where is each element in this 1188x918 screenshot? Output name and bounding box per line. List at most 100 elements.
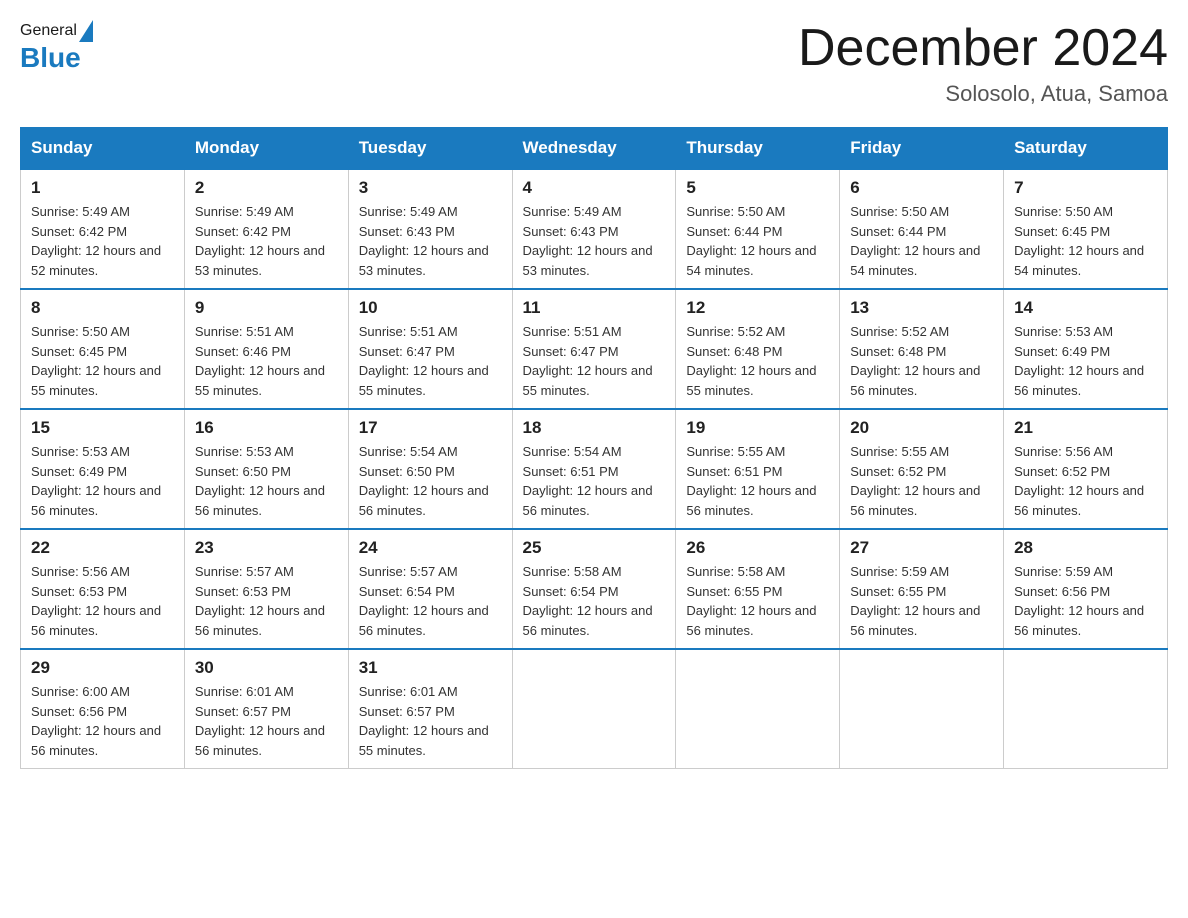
calendar-cell: 22 Sunrise: 5:56 AM Sunset: 6:53 PM Dayl… [21,529,185,649]
sunset-label: Sunset: 6:52 PM [1014,464,1110,479]
sunrise-label: Sunrise: 5:54 AM [523,444,622,459]
day-info: Sunrise: 5:55 AM Sunset: 6:51 PM Dayligh… [686,442,829,520]
calendar-cell: 28 Sunrise: 5:59 AM Sunset: 6:56 PM Dayl… [1004,529,1168,649]
sunset-label: Sunset: 6:52 PM [850,464,946,479]
day-number: 8 [31,298,174,318]
sunrise-label: Sunrise: 5:58 AM [523,564,622,579]
day-info: Sunrise: 5:52 AM Sunset: 6:48 PM Dayligh… [686,322,829,400]
calendar-header-saturday: Saturday [1004,128,1168,170]
day-number: 4 [523,178,666,198]
day-info: Sunrise: 5:58 AM Sunset: 6:54 PM Dayligh… [523,562,666,640]
day-info: Sunrise: 5:57 AM Sunset: 6:54 PM Dayligh… [359,562,502,640]
day-info: Sunrise: 5:49 AM Sunset: 6:42 PM Dayligh… [195,202,338,280]
daylight-label: Daylight: 12 hours and 56 minutes. [1014,363,1144,398]
calendar-cell: 23 Sunrise: 5:57 AM Sunset: 6:53 PM Dayl… [184,529,348,649]
day-info: Sunrise: 5:56 AM Sunset: 6:53 PM Dayligh… [31,562,174,640]
daylight-label: Daylight: 12 hours and 55 minutes. [523,363,653,398]
day-number: 24 [359,538,502,558]
calendar-header-thursday: Thursday [676,128,840,170]
daylight-label: Daylight: 12 hours and 56 minutes. [850,603,980,638]
calendar-cell: 8 Sunrise: 5:50 AM Sunset: 6:45 PM Dayli… [21,289,185,409]
calendar-cell: 19 Sunrise: 5:55 AM Sunset: 6:51 PM Dayl… [676,409,840,529]
day-number: 3 [359,178,502,198]
calendar-cell: 11 Sunrise: 5:51 AM Sunset: 6:47 PM Dayl… [512,289,676,409]
daylight-label: Daylight: 12 hours and 56 minutes. [686,483,816,518]
sunrise-label: Sunrise: 5:49 AM [359,204,458,219]
daylight-label: Daylight: 12 hours and 56 minutes. [195,603,325,638]
day-number: 10 [359,298,502,318]
sunrise-label: Sunrise: 5:53 AM [195,444,294,459]
calendar-week-row: 22 Sunrise: 5:56 AM Sunset: 6:53 PM Dayl… [21,529,1168,649]
sunrise-label: Sunrise: 6:01 AM [359,684,458,699]
calendar-cell [1004,649,1168,769]
day-number: 23 [195,538,338,558]
logo-triangle-icon [79,20,93,42]
logo-blue-text: Blue [20,42,81,74]
day-info: Sunrise: 5:56 AM Sunset: 6:52 PM Dayligh… [1014,442,1157,520]
calendar-week-row: 15 Sunrise: 5:53 AM Sunset: 6:49 PM Dayl… [21,409,1168,529]
sunrise-label: Sunrise: 5:50 AM [850,204,949,219]
daylight-label: Daylight: 12 hours and 56 minutes. [195,483,325,518]
daylight-label: Daylight: 12 hours and 55 minutes. [359,723,489,758]
sunset-label: Sunset: 6:45 PM [1014,224,1110,239]
day-number: 7 [1014,178,1157,198]
sunrise-label: Sunrise: 6:01 AM [195,684,294,699]
title-block: December 2024 Solosolo, Atua, Samoa [798,20,1168,107]
calendar-cell: 26 Sunrise: 5:58 AM Sunset: 6:55 PM Dayl… [676,529,840,649]
sunset-label: Sunset: 6:47 PM [359,344,455,359]
sunrise-label: Sunrise: 5:52 AM [850,324,949,339]
calendar-cell: 13 Sunrise: 5:52 AM Sunset: 6:48 PM Dayl… [840,289,1004,409]
calendar-cell: 1 Sunrise: 5:49 AM Sunset: 6:42 PM Dayli… [21,169,185,289]
calendar-cell: 25 Sunrise: 5:58 AM Sunset: 6:54 PM Dayl… [512,529,676,649]
sunset-label: Sunset: 6:56 PM [1014,584,1110,599]
sunset-label: Sunset: 6:44 PM [686,224,782,239]
sunrise-label: Sunrise: 5:59 AM [1014,564,1113,579]
sunrise-label: Sunrise: 5:50 AM [1014,204,1113,219]
calendar-cell: 12 Sunrise: 5:52 AM Sunset: 6:48 PM Dayl… [676,289,840,409]
day-number: 18 [523,418,666,438]
calendar-cell: 9 Sunrise: 5:51 AM Sunset: 6:46 PM Dayli… [184,289,348,409]
daylight-label: Daylight: 12 hours and 54 minutes. [850,243,980,278]
sunset-label: Sunset: 6:42 PM [195,224,291,239]
daylight-label: Daylight: 12 hours and 55 minutes. [195,363,325,398]
month-title: December 2024 [798,20,1168,77]
sunrise-label: Sunrise: 6:00 AM [31,684,130,699]
day-number: 1 [31,178,174,198]
sunset-label: Sunset: 6:54 PM [359,584,455,599]
day-number: 28 [1014,538,1157,558]
day-number: 17 [359,418,502,438]
sunset-label: Sunset: 6:50 PM [359,464,455,479]
daylight-label: Daylight: 12 hours and 56 minutes. [850,363,980,398]
daylight-label: Daylight: 12 hours and 56 minutes. [1014,483,1144,518]
calendar-cell: 24 Sunrise: 5:57 AM Sunset: 6:54 PM Dayl… [348,529,512,649]
calendar-cell: 15 Sunrise: 5:53 AM Sunset: 6:49 PM Dayl… [21,409,185,529]
day-number: 21 [1014,418,1157,438]
daylight-label: Daylight: 12 hours and 56 minutes. [523,483,653,518]
calendar-cell: 14 Sunrise: 5:53 AM Sunset: 6:49 PM Dayl… [1004,289,1168,409]
calendar-cell [676,649,840,769]
sunset-label: Sunset: 6:53 PM [31,584,127,599]
sunset-label: Sunset: 6:55 PM [850,584,946,599]
sunset-label: Sunset: 6:43 PM [359,224,455,239]
sunset-label: Sunset: 6:56 PM [31,704,127,719]
daylight-label: Daylight: 12 hours and 56 minutes. [850,483,980,518]
sunset-label: Sunset: 6:45 PM [31,344,127,359]
sunset-label: Sunset: 6:57 PM [195,704,291,719]
calendar-header-row: SundayMondayTuesdayWednesdayThursdayFrid… [21,128,1168,170]
calendar-cell: 17 Sunrise: 5:54 AM Sunset: 6:50 PM Dayl… [348,409,512,529]
day-number: 9 [195,298,338,318]
daylight-label: Daylight: 12 hours and 54 minutes. [1014,243,1144,278]
calendar-cell [512,649,676,769]
day-number: 31 [359,658,502,678]
calendar-week-row: 1 Sunrise: 5:49 AM Sunset: 6:42 PM Dayli… [21,169,1168,289]
sunrise-label: Sunrise: 5:54 AM [359,444,458,459]
calendar-cell: 16 Sunrise: 5:53 AM Sunset: 6:50 PM Dayl… [184,409,348,529]
sunrise-label: Sunrise: 5:52 AM [686,324,785,339]
day-info: Sunrise: 5:53 AM Sunset: 6:49 PM Dayligh… [1014,322,1157,400]
calendar-cell: 2 Sunrise: 5:49 AM Sunset: 6:42 PM Dayli… [184,169,348,289]
daylight-label: Daylight: 12 hours and 56 minutes. [359,603,489,638]
day-number: 19 [686,418,829,438]
calendar-cell: 6 Sunrise: 5:50 AM Sunset: 6:44 PM Dayli… [840,169,1004,289]
day-number: 20 [850,418,993,438]
sunrise-label: Sunrise: 5:59 AM [850,564,949,579]
